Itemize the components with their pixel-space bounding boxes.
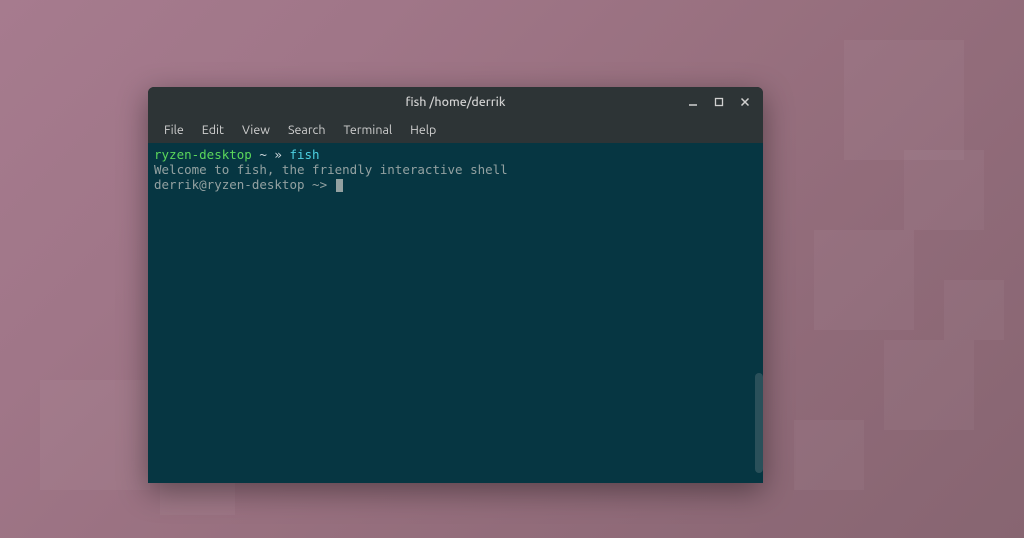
window-controls: [681, 87, 757, 117]
terminal-line: derrik@ryzen-desktop ~>: [154, 177, 757, 192]
fish-prompt: derrik@ryzen-desktop ~>: [154, 177, 335, 192]
close-icon: [740, 97, 750, 107]
maximize-button[interactable]: [707, 91, 731, 113]
menubar: File Edit View Search Terminal Help: [148, 117, 763, 143]
command-text: fish: [289, 147, 319, 162]
prompt-host: ryzen-desktop: [154, 147, 252, 162]
terminal-line: Welcome to fish, the friendly interactiv…: [154, 162, 757, 177]
maximize-icon: [714, 97, 724, 107]
minimize-icon: [688, 97, 698, 107]
menu-terminal[interactable]: Terminal: [336, 120, 401, 140]
window-titlebar[interactable]: fish /home/derrik: [148, 87, 763, 117]
terminal-window: fish /home/derrik File Edit: [148, 87, 763, 483]
menu-edit[interactable]: Edit: [194, 120, 232, 140]
prompt-separator: ~ »: [252, 147, 290, 162]
minimize-button[interactable]: [681, 91, 705, 113]
close-button[interactable]: [733, 91, 757, 113]
menu-file[interactable]: File: [156, 120, 192, 140]
menu-view[interactable]: View: [234, 120, 278, 140]
menu-help[interactable]: Help: [402, 120, 444, 140]
cursor: [336, 179, 343, 192]
terminal-content[interactable]: ryzen-desktop ~ » fish Welcome to fish, …: [148, 143, 763, 483]
scrollbar[interactable]: [755, 373, 763, 473]
window-title: fish /home/derrik: [406, 95, 506, 109]
menu-search[interactable]: Search: [280, 120, 334, 140]
terminal-line: ryzen-desktop ~ » fish: [154, 147, 757, 162]
